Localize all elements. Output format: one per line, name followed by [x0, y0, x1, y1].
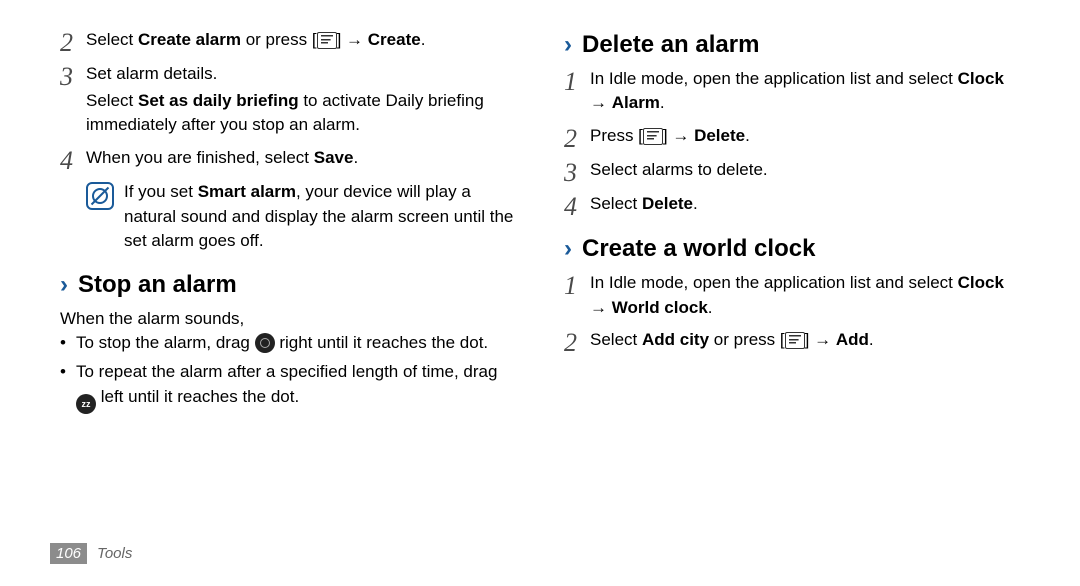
menu-key-icon [643, 128, 663, 145]
step-3: 3 Set alarm details. Select Set as daily… [60, 62, 516, 140]
text: In Idle mode, open the application list … [590, 69, 958, 88]
heading: Create a world clock [582, 232, 815, 267]
text: → [590, 93, 612, 112]
left-column: 2 Select Create alarm or press [ ] → Crea… [60, 28, 516, 418]
bold-text: Delete [694, 126, 745, 145]
bold-text: Create [368, 30, 421, 49]
world-step-1: 1 In Idle mode, open the application lis… [564, 271, 1020, 322]
bold-text: Smart alarm [198, 182, 296, 201]
text: Select alarms to delete. [590, 158, 1020, 183]
bold-text: Add [836, 330, 869, 349]
note-icon [86, 182, 114, 210]
text: Select [590, 194, 642, 213]
text: When you are finished, select [86, 148, 314, 167]
bullet-item: • To repeat the alarm after a specified … [60, 360, 516, 414]
note-body: If you set Smart alarm, your device will… [124, 180, 516, 254]
step-body: Select Create alarm or press [ ] → Create… [86, 28, 516, 55]
text: ] → [337, 30, 368, 49]
step-number: 2 [564, 124, 590, 152]
bold-text: World clock [612, 298, 708, 317]
text: . [660, 93, 665, 112]
text: . [353, 148, 358, 167]
menu-key-icon [317, 32, 337, 49]
step-2: 2 Select Create alarm or press [ ] → Crea… [60, 28, 516, 56]
text: Set alarm details. [86, 62, 516, 87]
bullet-dot: • [60, 331, 76, 356]
section-heading-stop: › Stop an alarm [60, 268, 516, 303]
delete-step-2: 2 Press [ ] → Delete. [564, 124, 1020, 152]
text: . [421, 30, 426, 49]
bullet-dot: • [60, 360, 76, 385]
text: left until it reaches the dot. [96, 387, 299, 406]
bold-text: Add city [642, 330, 709, 349]
stop-drag-icon [255, 333, 275, 353]
text: → [590, 298, 612, 317]
chevron-icon: › [564, 237, 572, 261]
bold-text: Clock [958, 69, 1004, 88]
bold-text: Delete [642, 194, 693, 213]
heading: Delete an alarm [582, 28, 759, 63]
text: ] → [805, 330, 836, 349]
text: . [693, 194, 698, 213]
step-number: 2 [60, 28, 86, 56]
delete-step-1: 1 In Idle mode, open the application lis… [564, 67, 1020, 118]
section-heading-delete: › Delete an alarm [564, 28, 1020, 63]
text: . [708, 298, 713, 317]
step-body: Select alarms to delete. [590, 158, 1020, 185]
delete-step-3: 3 Select alarms to delete. [564, 158, 1020, 186]
bullet-item: • To stop the alarm, drag right until it… [60, 331, 516, 356]
text: In Idle mode, open the application list … [590, 273, 958, 292]
page-number: 106 [50, 543, 87, 564]
text: or press [ [709, 330, 785, 349]
stop-intro: When the alarm sounds, [60, 307, 516, 332]
text: Select [86, 30, 138, 49]
bold-text: Create alarm [138, 30, 241, 49]
snooze-drag-icon: zz [76, 394, 96, 414]
step-body: Select Delete. [590, 192, 1020, 219]
step-body: Press [ ] → Delete. [590, 124, 1020, 151]
delete-step-4: 4 Select Delete. [564, 192, 1020, 220]
section-heading-world: › Create a world clock [564, 232, 1020, 267]
text: Select [590, 330, 642, 349]
text: If you set [124, 182, 198, 201]
heading: Stop an alarm [78, 268, 237, 303]
bold-text: Clock [958, 273, 1004, 292]
step-body: Set alarm details. Select Set as daily b… [86, 62, 516, 140]
text: or press [ [241, 30, 317, 49]
section-label: Tools [97, 545, 132, 562]
menu-key-icon [785, 332, 805, 349]
chevron-icon: › [564, 33, 572, 57]
footer: 106 Tools [50, 543, 132, 564]
step-body: Select Add city or press [ ] → Add. [590, 328, 1020, 355]
text: To stop the alarm, drag [76, 333, 255, 352]
text: . [869, 330, 874, 349]
page: 2 Select Create alarm or press [ ] → Crea… [0, 0, 1080, 586]
text: right until it reaches the dot. [275, 333, 489, 352]
note: If you set Smart alarm, your device will… [86, 180, 516, 254]
step-number: 4 [564, 192, 590, 220]
text: Press [ [590, 126, 643, 145]
text: ] → [663, 126, 694, 145]
step-number: 3 [60, 62, 86, 90]
step-body: In Idle mode, open the application list … [590, 67, 1020, 118]
step-number: 3 [564, 158, 590, 186]
right-column: › Delete an alarm 1 In Idle mode, open t… [564, 28, 1020, 418]
step-body: In Idle mode, open the application list … [590, 271, 1020, 322]
step-4: 4 When you are finished, select Save. [60, 146, 516, 174]
bold-text: Save [314, 148, 354, 167]
columns: 2 Select Create alarm or press [ ] → Crea… [60, 28, 1020, 418]
step-number: 2 [564, 328, 590, 356]
step-body: When you are finished, select Save. [86, 146, 516, 173]
world-step-2: 2 Select Add city or press [ ] → Add. [564, 328, 1020, 356]
text: To repeat the alarm after a specified le… [76, 362, 497, 381]
text: Select [86, 91, 138, 110]
step-number: 4 [60, 146, 86, 174]
step-number: 1 [564, 67, 590, 95]
chevron-icon: › [60, 273, 68, 297]
bold-text: Set as daily briefing [138, 91, 299, 110]
text: . [745, 126, 750, 145]
step-number: 1 [564, 271, 590, 299]
bold-text: Alarm [612, 93, 660, 112]
